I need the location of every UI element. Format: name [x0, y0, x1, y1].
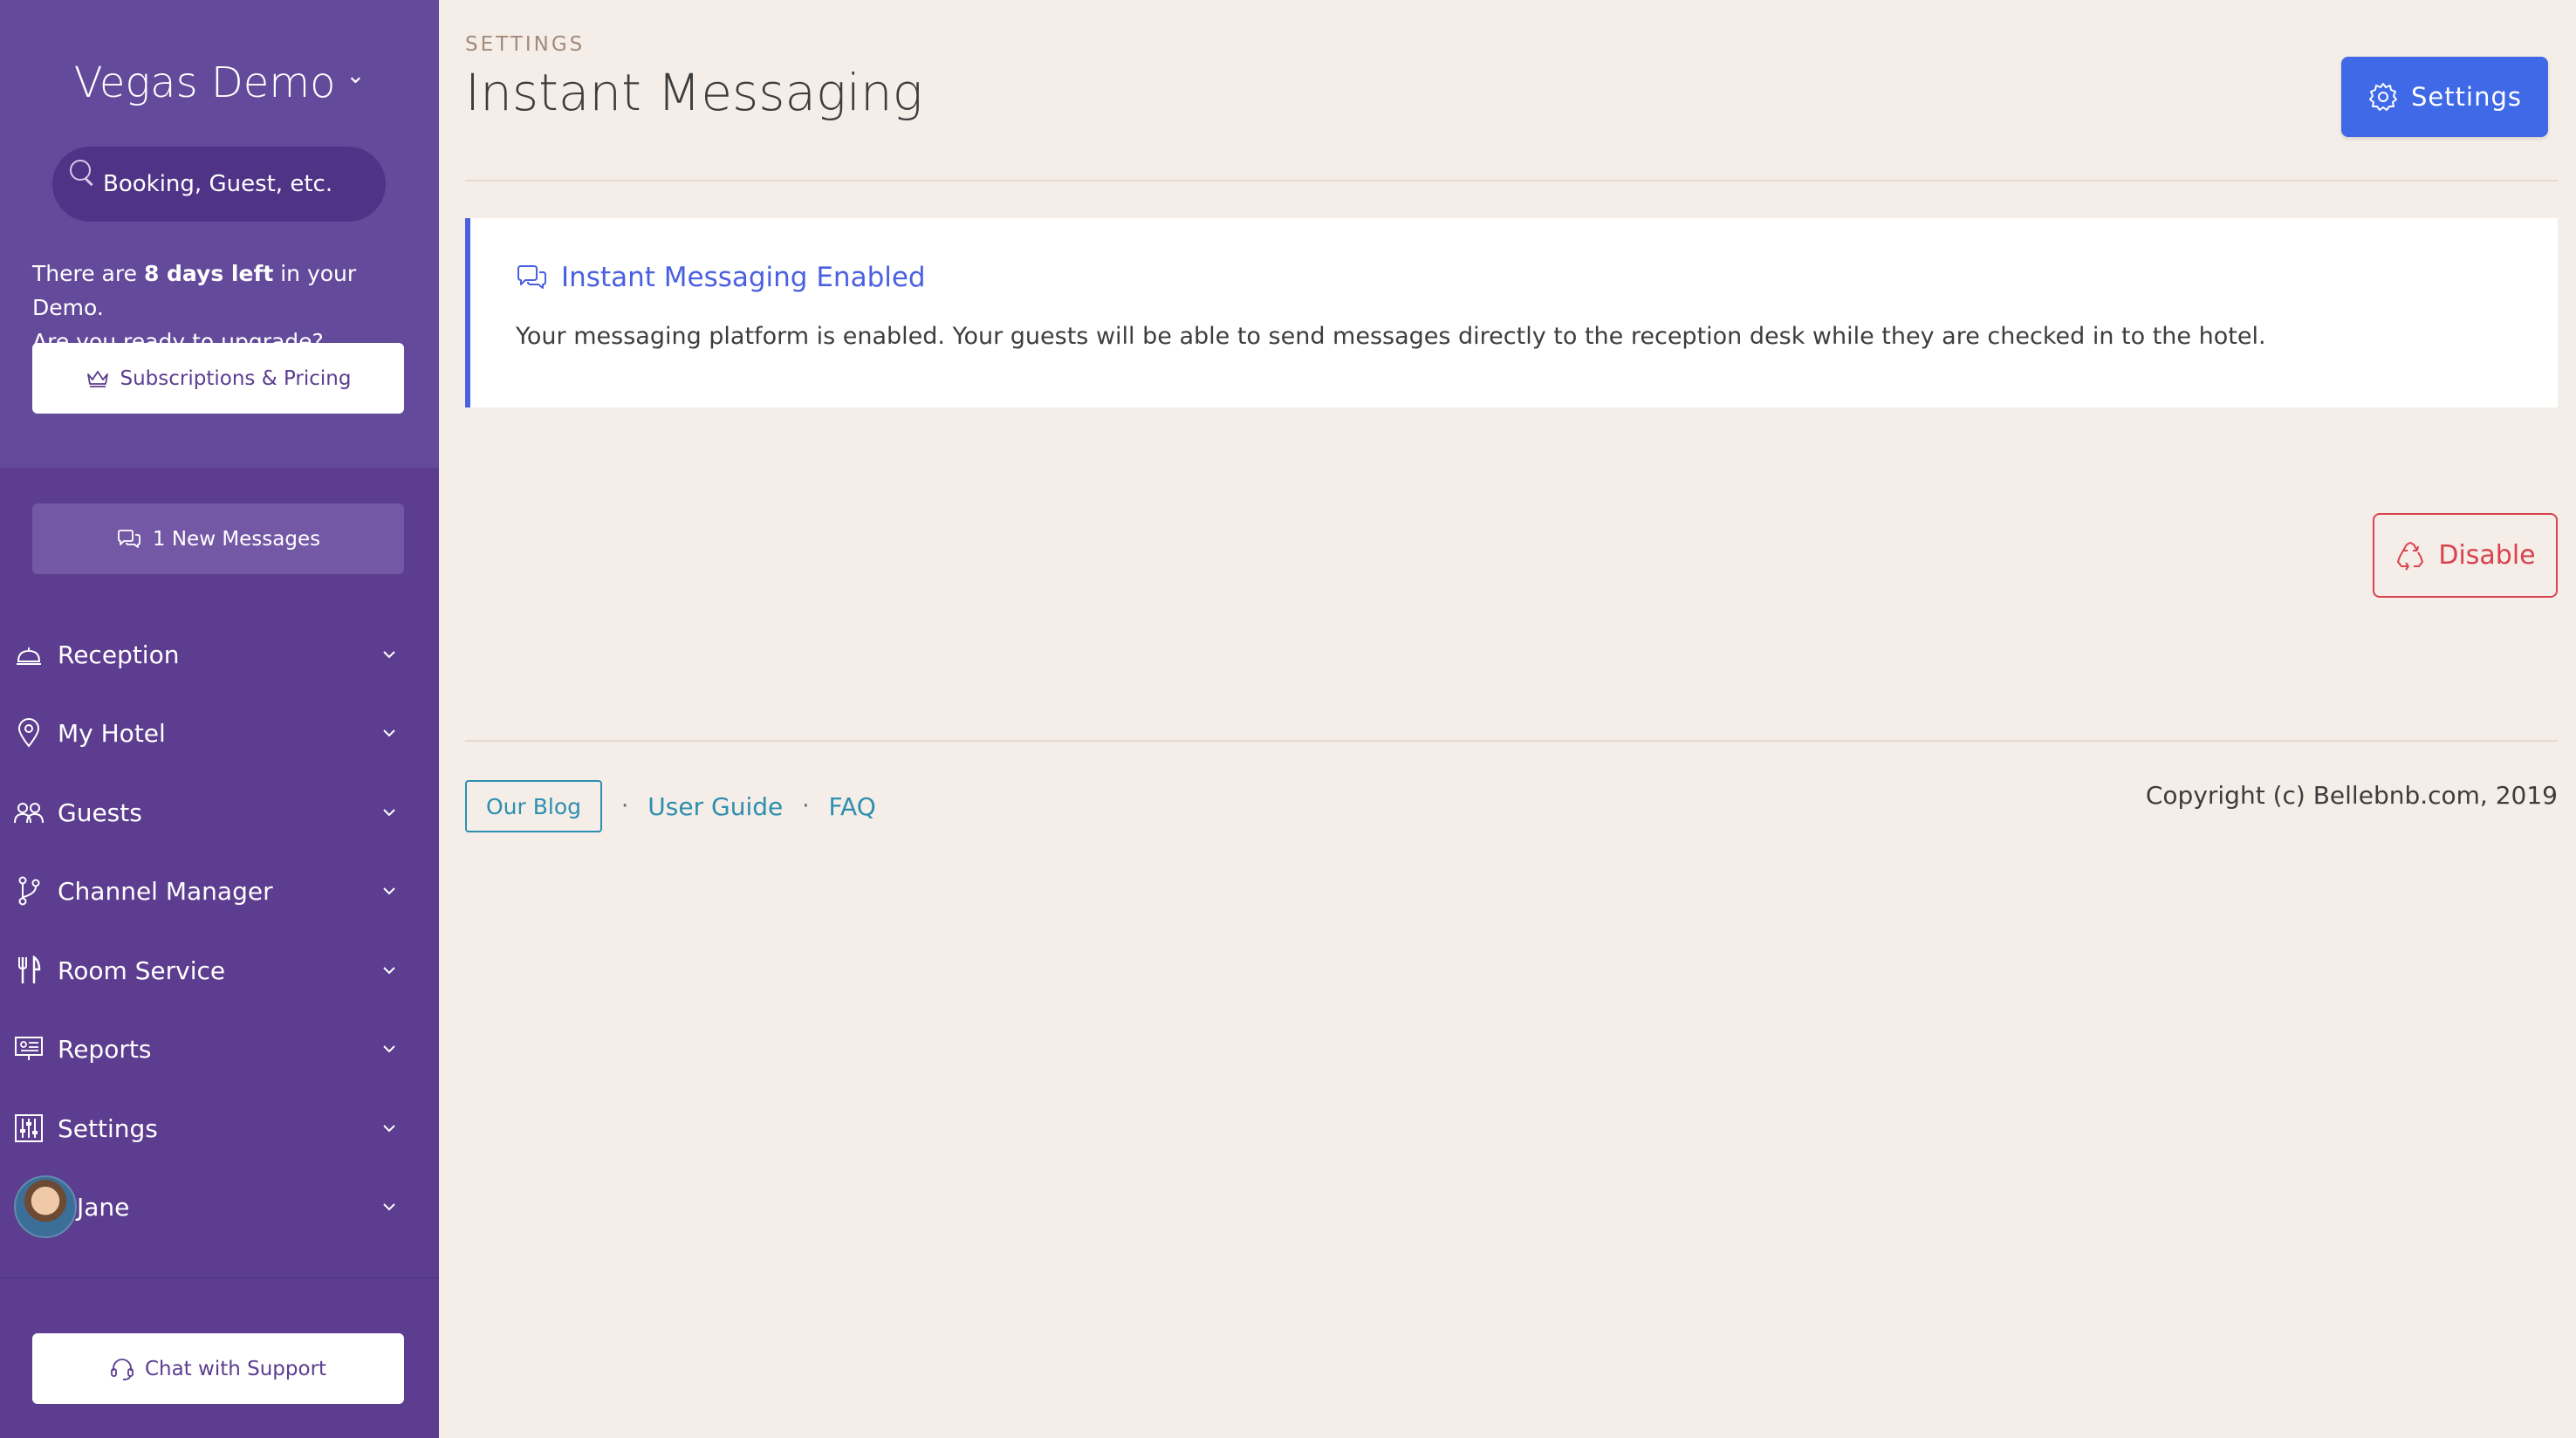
- status-card-title: Instant Messaging Enabled: [516, 262, 926, 293]
- new-messages-button[interactable]: 1 New Messages: [32, 503, 404, 574]
- git-branch-icon: [14, 876, 44, 906]
- chat-bubbles-icon: [517, 265, 546, 289]
- search-input[interactable]: [103, 171, 365, 197]
- sidebar-item-user[interactable]: Jane: [0, 1168, 439, 1246]
- breadcrumb: SETTINGS: [465, 33, 586, 56]
- status-card: Instant Messaging Enabled Your messaging…: [465, 218, 2558, 407]
- demo-notice-prefix: There are: [32, 261, 144, 286]
- recycle-icon: [2397, 541, 2424, 571]
- sidebar-item-label: Channel Manager: [58, 876, 273, 906]
- sidebar-item-label: Settings: [58, 1113, 158, 1143]
- headset-icon: [111, 1358, 134, 1380]
- search-box[interactable]: [52, 147, 386, 222]
- status-card-heading: Instant Messaging Enabled: [561, 262, 926, 293]
- our-blog-button[interactable]: Our Blog: [465, 780, 603, 832]
- sliders-icon: [14, 1113, 44, 1143]
- footer-divider: [465, 740, 2558, 742]
- crown-icon: [86, 370, 108, 387]
- org-name: Vegas Demo: [73, 58, 336, 107]
- map-pin-icon: [14, 718, 44, 748]
- chevron-down-icon: [374, 650, 404, 659]
- sidebar-item-room-service[interactable]: Room Service: [0, 931, 439, 1010]
- sidebar-item-my-hotel[interactable]: My Hotel: [0, 694, 439, 772]
- chevron-down-icon: [374, 729, 404, 737]
- faq-link[interactable]: FAQ: [829, 792, 876, 821]
- subscriptions-pricing-button[interactable]: Subscriptions & Pricing: [32, 343, 404, 414]
- presentation-icon: [14, 1034, 44, 1064]
- chevron-down-icon: [374, 1202, 404, 1211]
- org-switcher[interactable]: Vegas Demo ⌄: [0, 52, 439, 113]
- disable-button[interactable]: Disable: [2373, 513, 2558, 598]
- guests-icon: [14, 798, 44, 827]
- sidebar-item-label: My Hotel: [58, 718, 166, 748]
- footer-separator: ·: [621, 793, 629, 819]
- sidebar-item-label: Guests: [58, 798, 142, 827]
- fork-knife-icon: [14, 955, 44, 985]
- page-title: Instant Messaging: [465, 63, 923, 122]
- sidebar-item-guests[interactable]: Guests: [0, 773, 439, 852]
- sidebar-item-label: Room Service: [58, 955, 226, 985]
- subscriptions-label: Subscriptions & Pricing: [120, 366, 352, 390]
- chat-with-support-button[interactable]: Chat with Support: [32, 1333, 404, 1404]
- footer-links: Our Blog · User Guide · FAQ: [465, 780, 876, 832]
- demo-days-left: 8 days left: [143, 261, 274, 286]
- chevron-down-icon: [374, 966, 404, 975]
- sidebar-item-label: Reports: [58, 1034, 152, 1064]
- sidebar-item-channel-manager[interactable]: Channel Manager: [0, 852, 439, 930]
- chevron-down-icon: [374, 887, 404, 895]
- footer-separator: ·: [802, 793, 810, 819]
- settings-button[interactable]: Settings: [2341, 57, 2548, 137]
- user-guide-link[interactable]: User Guide: [647, 792, 783, 821]
- search-icon: [68, 158, 96, 186]
- settings-button-label: Settings: [2411, 82, 2522, 112]
- sidebar-item-label: Reception: [58, 640, 180, 669]
- divider: [465, 180, 2558, 181]
- disable-button-label: Disable: [2438, 540, 2536, 571]
- gear-icon: [2369, 83, 2398, 111]
- chevron-down-icon: ⌄: [346, 63, 366, 89]
- chat-bubbles-icon: [117, 529, 140, 548]
- avatar: [14, 1175, 77, 1238]
- chevron-down-icon: [374, 1124, 404, 1133]
- sidebar-item-settings[interactable]: Settings: [0, 1089, 439, 1168]
- sidebar-divider: [0, 1277, 439, 1279]
- copyright: Copyright (c) Bellebnb.com, 2019: [2145, 781, 2558, 810]
- sidebar-item-reception[interactable]: Reception: [0, 615, 439, 694]
- chevron-down-icon: [374, 1044, 404, 1053]
- chevron-down-icon: [374, 808, 404, 817]
- status-card-text: Your messaging platform is enabled. Your…: [516, 323, 2266, 350]
- sidebar: Vegas Demo ⌄ There are 8 days left in yo…: [0, 0, 439, 1438]
- new-messages-label: 1 New Messages: [152, 527, 321, 551]
- user-name: Jane: [77, 1192, 130, 1222]
- service-bell-icon: [14, 640, 44, 669]
- chat-support-label: Chat with Support: [144, 1357, 327, 1380]
- sidebar-item-reports[interactable]: Reports: [0, 1010, 439, 1088]
